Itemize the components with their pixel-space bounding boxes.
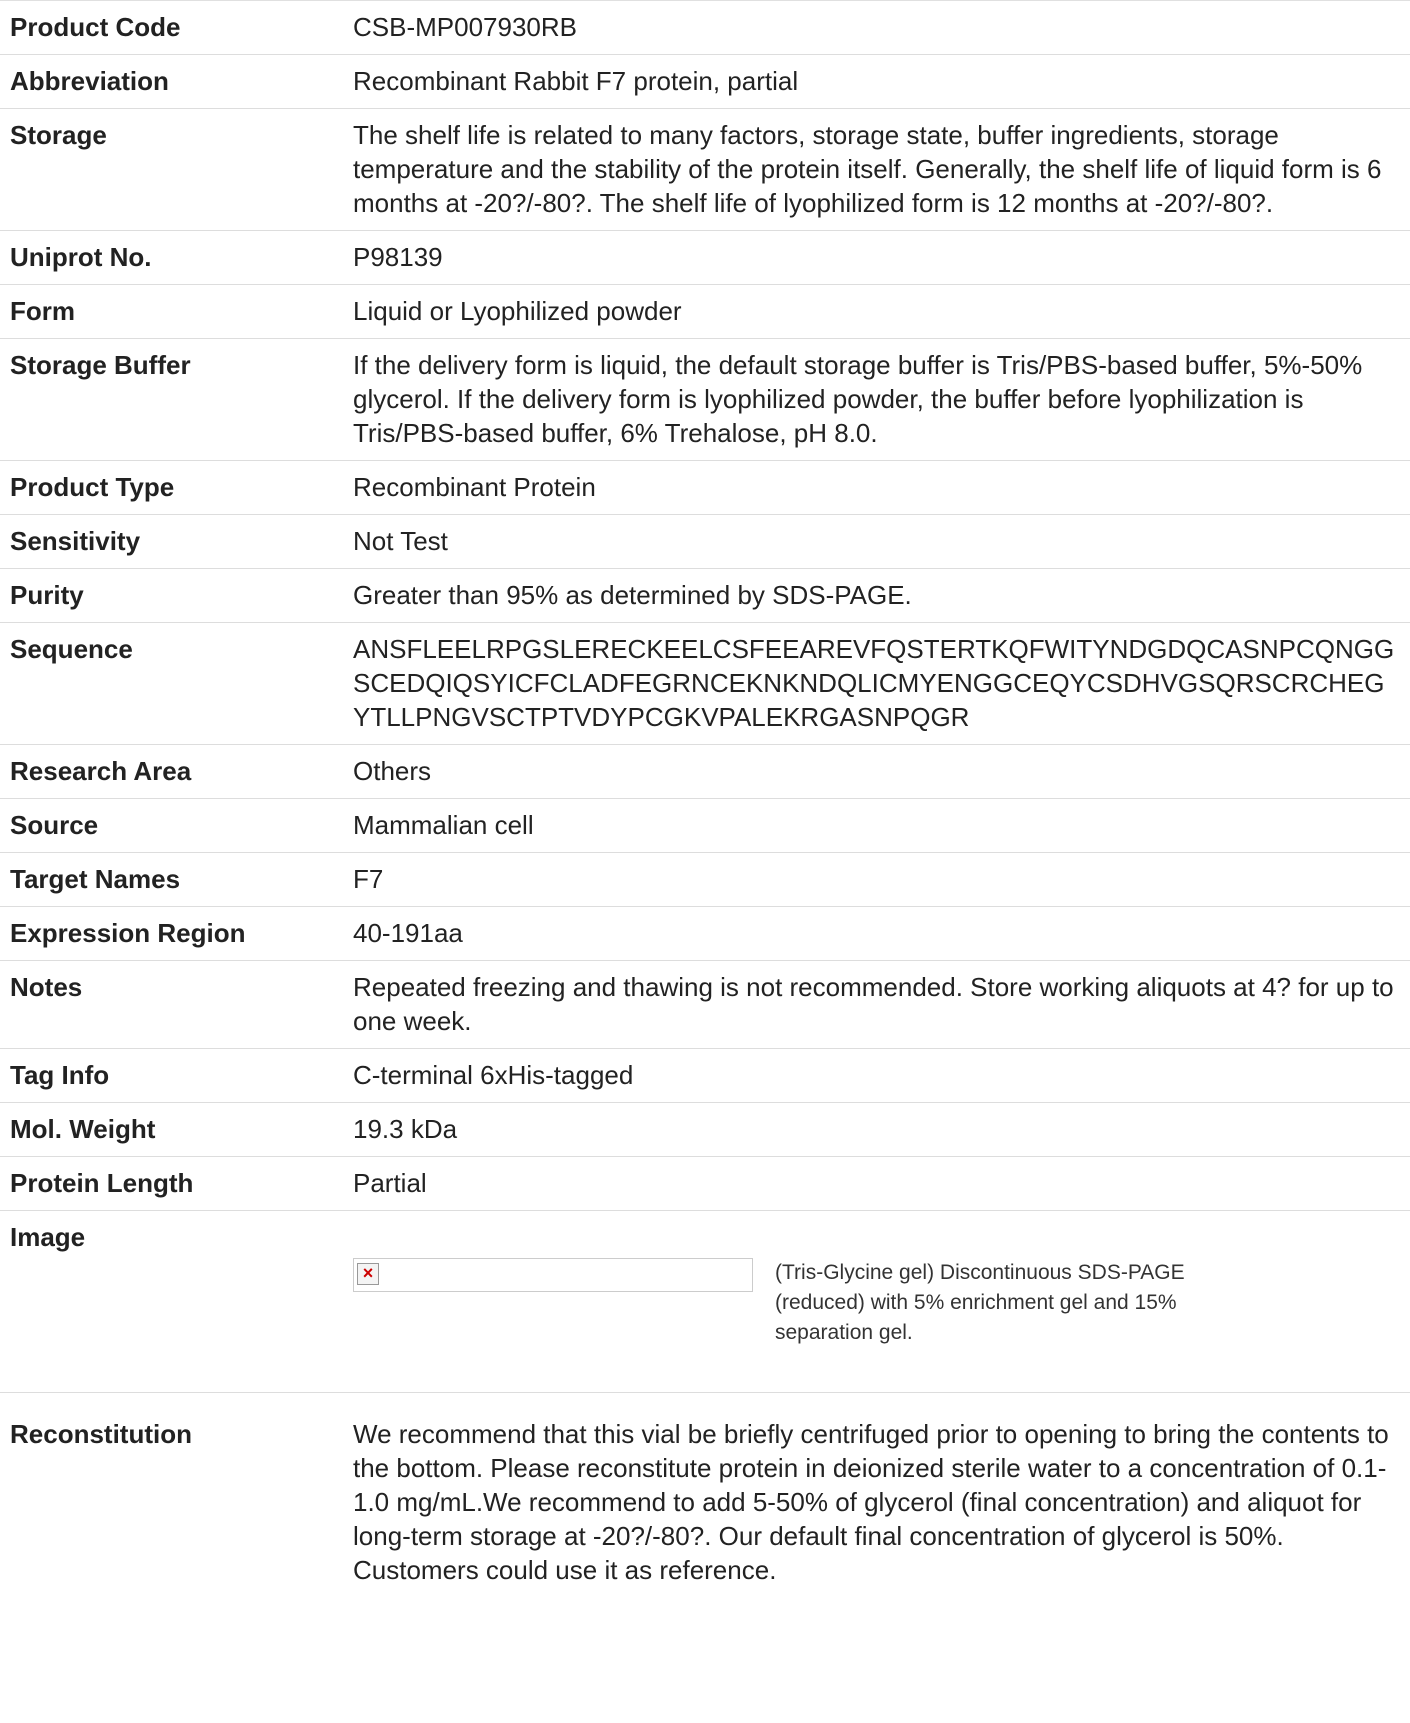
spec-label: Product Type xyxy=(0,460,353,515)
spec-row-sequence: Sequence ANSFLEELRPGSLERECKEELCSFEEAREVF… xyxy=(0,622,1410,745)
image-caption: (Tris-Glycine gel) Discontinuous SDS-PAG… xyxy=(775,1261,1185,1344)
spec-row-protein-length: Protein Length Partial xyxy=(0,1156,1410,1211)
spec-row-tag-info: Tag Info C-terminal 6xHis-tagged xyxy=(0,1048,1410,1103)
image-block: × (Tris-Glycine gel) Discontinuous SDS-P… xyxy=(353,1258,1396,1348)
spec-value: 19.3 kDa xyxy=(353,1102,1410,1157)
spec-row-product-type: Product Type Recombinant Protein xyxy=(0,460,1410,515)
spec-label: Sequence xyxy=(0,622,353,745)
spec-label: Storage Buffer xyxy=(0,338,353,461)
spec-row-mol-weight: Mol. Weight 19.3 kDa xyxy=(0,1102,1410,1157)
spec-label: Storage xyxy=(0,108,353,231)
spec-label: Mol. Weight xyxy=(0,1102,353,1157)
spec-value: C-terminal 6xHis-tagged xyxy=(353,1048,1410,1103)
spec-row-research-area: Research Area Others xyxy=(0,744,1410,799)
spec-label: Source xyxy=(0,798,353,853)
spec-label: Reconstitution xyxy=(0,1392,353,1597)
spec-value: Greater than 95% as determined by SDS-PA… xyxy=(353,568,1410,623)
spec-value: Others xyxy=(353,744,1410,799)
spec-label: Tag Info xyxy=(0,1048,353,1103)
spec-value: 40-191aa xyxy=(353,906,1410,961)
spec-value: Mammalian cell xyxy=(353,798,1410,853)
spec-label: Expression Region xyxy=(0,906,353,961)
spec-value: Repeated freezing and thawing is not rec… xyxy=(353,960,1410,1049)
spec-label: Product Code xyxy=(0,0,353,55)
sequence-value: ANSFLEELRPGSLERECKEELCSFEEAREVFQSTERTKQF… xyxy=(353,622,1410,745)
spec-label: Target Names xyxy=(0,852,353,907)
spec-label: Image xyxy=(0,1210,353,1393)
spec-value: Not Test xyxy=(353,514,1410,569)
spec-row-image: Image × (Tris-Glycine gel) Discontinuous… xyxy=(0,1210,1410,1393)
spec-label: Notes xyxy=(0,960,353,1049)
spec-row-abbreviation: Abbreviation Recombinant Rabbit F7 prote… xyxy=(0,54,1410,109)
spec-label: Abbreviation xyxy=(0,54,353,109)
spec-value: Liquid or Lyophilized powder xyxy=(353,284,1410,339)
spec-value: We recommend that this vial be briefly c… xyxy=(353,1392,1410,1597)
spec-row-form: Form Liquid or Lyophilized powder xyxy=(0,284,1410,339)
spec-value: Recombinant Protein xyxy=(353,460,1410,515)
spec-row-source: Source Mammalian cell xyxy=(0,798,1410,853)
spec-value: Partial xyxy=(353,1156,1410,1211)
spec-label: Uniprot No. xyxy=(0,230,353,285)
product-image[interactable]: × xyxy=(353,1258,753,1292)
spec-row-purity: Purity Greater than 95% as determined by… xyxy=(0,568,1410,623)
image-cell: × (Tris-Glycine gel) Discontinuous SDS-P… xyxy=(353,1210,1410,1393)
spec-label: Protein Length xyxy=(0,1156,353,1211)
spec-value: P98139 xyxy=(353,230,1410,285)
spec-label: Research Area xyxy=(0,744,353,799)
spec-row-notes: Notes Repeated freezing and thawing is n… xyxy=(0,960,1410,1049)
spec-row-product-code: Product Code CSB-MP007930RB xyxy=(0,0,1410,55)
spec-value: If the delivery form is liquid, the defa… xyxy=(353,338,1410,461)
spec-label: Form xyxy=(0,284,353,339)
spec-row-storage: Storage The shelf life is related to man… xyxy=(0,108,1410,231)
spec-row-sensitivity: Sensitivity Not Test xyxy=(0,514,1410,569)
broken-image-icon: × xyxy=(357,1263,379,1285)
spec-row-expression-region: Expression Region 40-191aa xyxy=(0,906,1410,961)
spec-row-uniprot: Uniprot No. P98139 xyxy=(0,230,1410,285)
spec-label: Purity xyxy=(0,568,353,623)
product-spec-table: Product Code CSB-MP007930RB Abbreviation… xyxy=(0,0,1410,1597)
spec-label: Sensitivity xyxy=(0,514,353,569)
spec-row-target-names: Target Names F7 xyxy=(0,852,1410,907)
spec-row-reconstitution: Reconstitution We recommend that this vi… xyxy=(0,1392,1410,1597)
spec-value: CSB-MP007930RB xyxy=(353,0,1410,55)
spec-value: Recombinant Rabbit F7 protein, partial xyxy=(353,54,1410,109)
spec-value: F7 xyxy=(353,852,1410,907)
spec-row-storage-buffer: Storage Buffer If the delivery form is l… xyxy=(0,338,1410,461)
spec-value: The shelf life is related to many factor… xyxy=(353,108,1410,231)
